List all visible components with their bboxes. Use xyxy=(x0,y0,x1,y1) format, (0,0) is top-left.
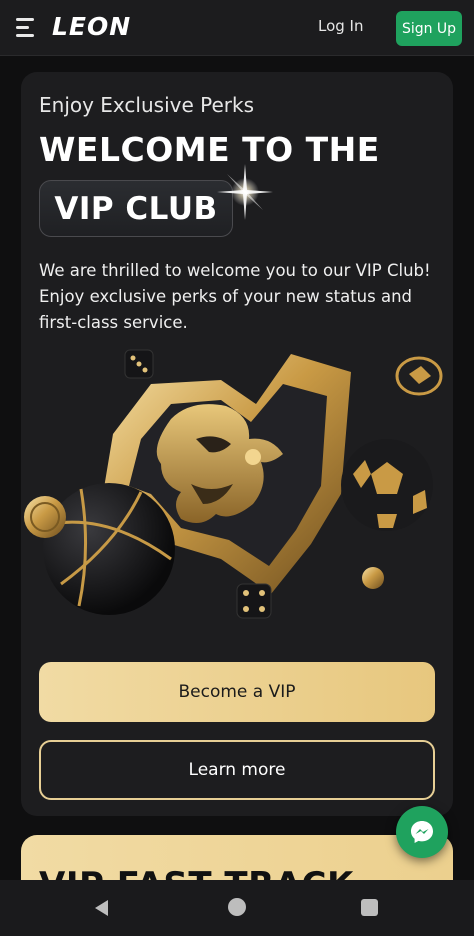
vip-eyebrow: Enjoy Exclusive Perks xyxy=(39,93,254,117)
android-navigation-bar xyxy=(0,880,474,936)
hamburger-menu-icon[interactable] xyxy=(16,18,40,38)
top-header: LEON Log In Sign Up xyxy=(0,0,474,56)
vip-promo-card: Enjoy Exclusive Perks WELCOME TO THE VIP… xyxy=(21,72,453,816)
learn-more-button[interactable]: Learn more xyxy=(39,740,435,800)
login-link[interactable]: Log In xyxy=(318,17,364,35)
vip-headline: WELCOME TO THE xyxy=(39,130,380,169)
become-vip-button[interactable]: Become a VIP xyxy=(39,662,435,722)
vip-description: We are thrilled to welcome you to our VI… xyxy=(39,261,431,332)
vip-club-badge: VIP CLUB xyxy=(39,180,233,237)
square-recent-icon[interactable] xyxy=(361,899,378,916)
messenger-glyph-icon xyxy=(411,821,433,843)
triangle-back-icon[interactable] xyxy=(92,898,112,918)
vip-lion-shield-illustration xyxy=(24,349,443,619)
chat-bubble-icon[interactable] xyxy=(396,806,448,858)
signup-button[interactable]: Sign Up xyxy=(396,11,462,46)
circle-home-icon[interactable] xyxy=(228,898,246,916)
brand-logo[interactable]: LEON xyxy=(52,12,131,41)
